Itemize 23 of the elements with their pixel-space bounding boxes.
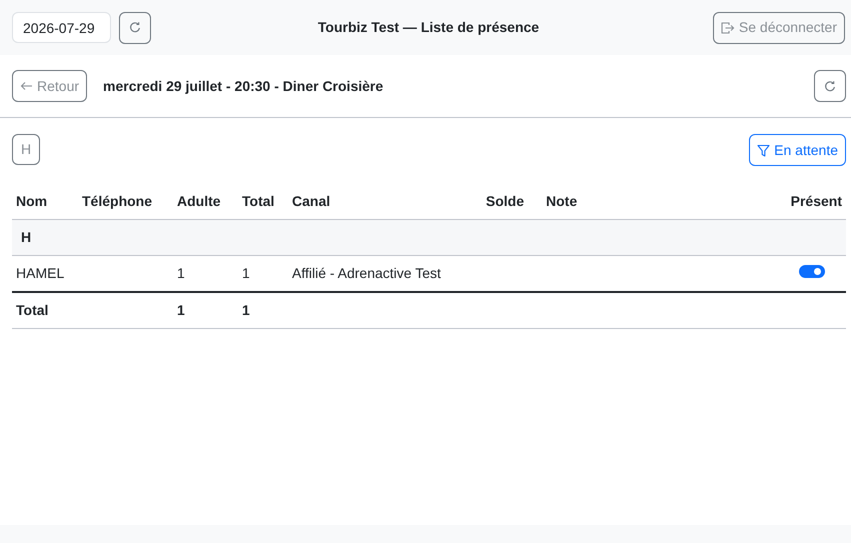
letter-button[interactable]: H xyxy=(12,134,40,165)
table-cell: Affilié - Adrenactive Test xyxy=(288,256,458,292)
refresh-button[interactable] xyxy=(814,70,846,102)
refresh-button[interactable] xyxy=(119,12,151,44)
table-cell: 1 xyxy=(238,256,288,292)
table-cell: 1 xyxy=(173,256,238,292)
table-cell: HAMEL xyxy=(12,256,78,292)
table-cell: 1 xyxy=(173,292,238,328)
back-button[interactable]: Retour xyxy=(12,70,88,102)
present-toggle[interactable] xyxy=(799,265,825,278)
event-title: mercredi 29 juillet - 20:30 - Diner Croisière xyxy=(103,76,384,96)
refresh-icon xyxy=(129,21,141,34)
group-heading: H xyxy=(12,220,846,256)
arrow-left-icon xyxy=(20,81,33,91)
page-title: Tourbiz Test — Liste de présence xyxy=(318,19,540,35)
table-cell: Total xyxy=(12,292,78,328)
logout-button[interactable]: Se déconnecter xyxy=(712,12,845,44)
table-cell: 1 xyxy=(238,292,288,328)
date-field[interactable]: 2026-07-29 xyxy=(12,12,111,43)
logout-icon xyxy=(720,22,735,34)
refresh-icon xyxy=(824,80,836,92)
filter-button[interactable]: En attente xyxy=(749,134,846,166)
filter-icon xyxy=(757,144,770,156)
